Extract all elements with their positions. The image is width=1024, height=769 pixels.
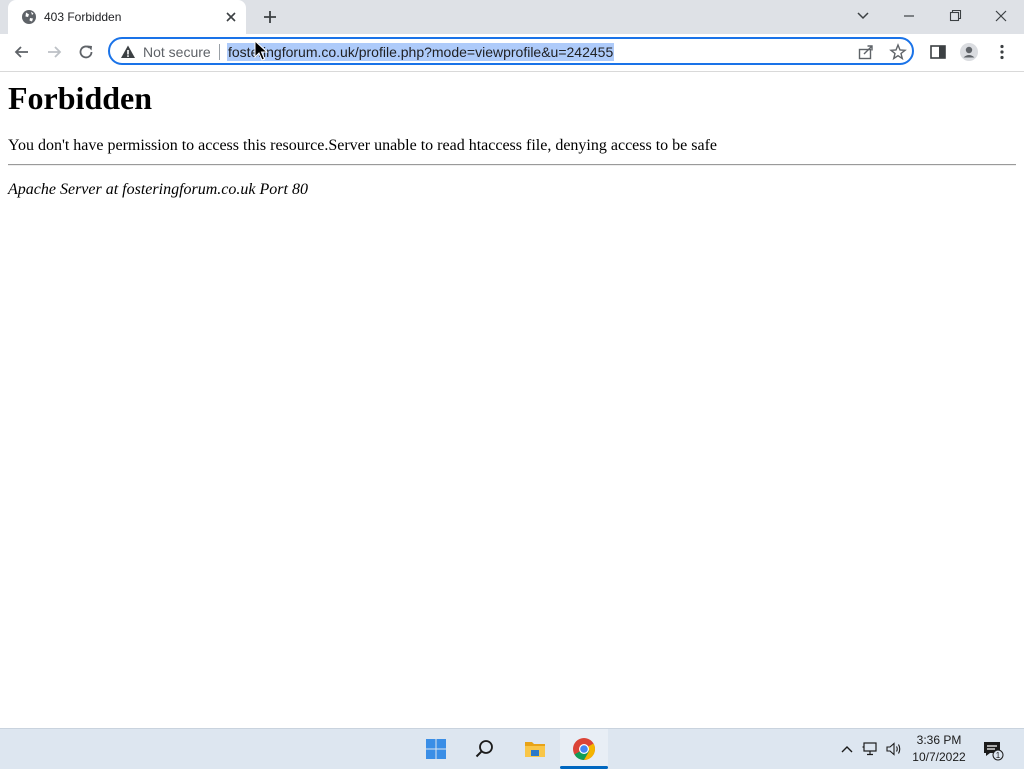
start-windows-icon[interactable]: [424, 737, 448, 761]
security-label[interactable]: Not secure: [143, 44, 211, 60]
page-heading: Forbidden: [8, 80, 153, 116]
clock-time: 3:36 PM: [916, 733, 962, 747]
clock[interactable]: 3:36 PM 10/7/2022: [906, 732, 972, 766]
tab-search-chevron-icon[interactable]: [851, 6, 875, 26]
url-text[interactable]: fosteringforum.co.uk/profile.php?mode=vi…: [227, 43, 615, 61]
side-panel-icon[interactable]: [928, 42, 948, 62]
security-divider: [219, 44, 220, 60]
volume-icon[interactable]: [885, 741, 903, 757]
tab-title: 403 Forbidden: [44, 10, 122, 24]
divider: [8, 164, 1016, 166]
error-message: You don't have permission to access this…: [8, 137, 718, 154]
bookmark-star-icon[interactable]: [889, 43, 907, 61]
chevron-up-icon[interactable]: [838, 741, 856, 757]
close-tab-icon[interactable]: [223, 9, 239, 25]
forward-icon[interactable]: [44, 42, 64, 62]
file-explorer-icon[interactable]: [523, 737, 547, 761]
tab-403-forbidden[interactable]: 403 Forbidden: [8, 0, 246, 34]
restore-icon[interactable]: [943, 6, 967, 26]
search-icon[interactable]: [473, 737, 497, 761]
page-content: Forbidden You don't have permission to a…: [0, 72, 1024, 728]
mouse-cursor-icon: [254, 40, 268, 61]
warning-icon[interactable]: [120, 44, 136, 60]
server-signature: Apache Server at fosteringforum.co.uk Po…: [8, 181, 308, 198]
menu-kebab-icon[interactable]: [992, 42, 1012, 62]
address-bar[interactable]: Not secure fosteringforum.co.uk/profile.…: [108, 37, 914, 65]
reload-icon[interactable]: [76, 42, 96, 62]
taskbar: 3:36 PM 10/7/2022 1: [0, 728, 1024, 769]
globe-icon: [22, 10, 36, 24]
share-icon[interactable]: [857, 43, 875, 61]
notifications-icon[interactable]: 1: [982, 739, 1004, 761]
tab-strip: 403 Forbidden: [0, 0, 1024, 34]
minimize-icon[interactable]: [897, 6, 921, 26]
close-window-icon[interactable]: [989, 6, 1013, 26]
network-icon[interactable]: [862, 741, 880, 757]
browser-toolbar: Not secure fosteringforum.co.uk/profile.…: [0, 34, 1024, 72]
back-icon[interactable]: [12, 42, 32, 62]
clock-date: 10/7/2022: [912, 750, 966, 764]
profile-avatar-icon[interactable]: [959, 42, 979, 62]
new-tab-icon[interactable]: [261, 8, 279, 26]
notification-count: 1: [996, 751, 1001, 760]
chrome-icon[interactable]: [572, 737, 596, 761]
